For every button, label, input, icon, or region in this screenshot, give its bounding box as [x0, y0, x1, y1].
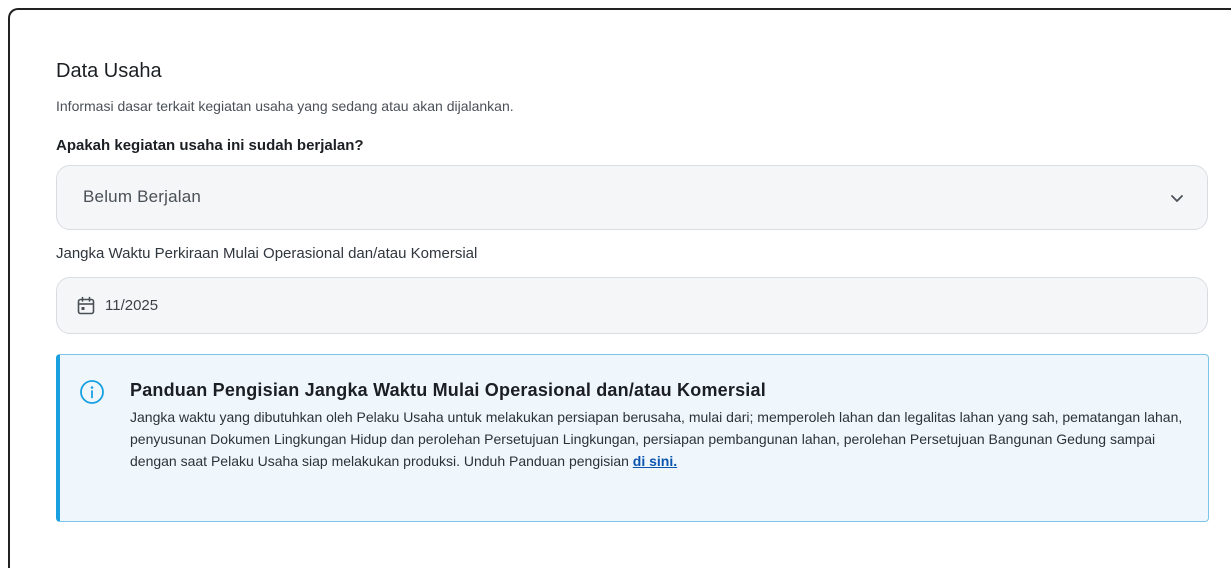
guide-title: Panduan Pengisian Jangka Waktu Mulai Ope… — [130, 380, 766, 400]
start-period-input[interactable]: 11/2025 — [56, 277, 1208, 334]
guide-download-link[interactable]: di sini. — [633, 453, 677, 469]
start-period-label: Jangka Waktu Perkiraan Mulai Operasional… — [56, 245, 478, 262]
section-subtitle: Informasi dasar terkait kegiatan usaha y… — [56, 98, 514, 114]
chevron-down-icon[interactable] — [1169, 190, 1185, 206]
section-title: Data Usaha — [56, 60, 162, 82]
business-status-select[interactable]: Belum Berjalan — [56, 165, 1208, 230]
business-status-label: Apakah kegiatan usaha ini sudah berjalan… — [56, 137, 364, 154]
guide-body: Jangka waktu yang dibutuhkan oleh Pelaku… — [130, 406, 1200, 472]
info-icon — [80, 380, 104, 404]
form-card: Data Usaha Informasi dasar terkait kegia… — [8, 8, 1231, 568]
business-status-value: Belum Berjalan — [83, 187, 202, 206]
calendar-icon[interactable] — [76, 296, 96, 316]
guide-info-box: Panduan Pengisian Jangka Waktu Mulai Ope… — [56, 354, 1209, 522]
start-period-value: 11/2025 — [105, 297, 159, 314]
